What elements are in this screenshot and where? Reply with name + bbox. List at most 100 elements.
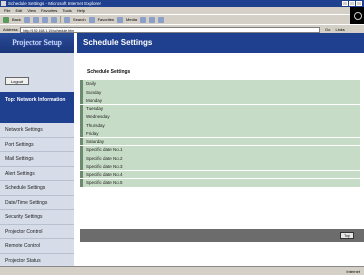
maximize-button[interactable]: [349, 1, 355, 6]
sidebar-item-security-settings[interactable]: Security Settings: [0, 210, 74, 225]
top-button[interactable]: Top: [340, 232, 354, 239]
row-marker: [80, 96, 83, 105]
row-marker: [80, 88, 83, 97]
schedule-row-saturday[interactable]: Saturday: [80, 137, 360, 146]
row-marker: [80, 162, 83, 171]
page-title: Schedule Settings: [87, 69, 131, 75]
row-label: Specific date No.5: [86, 180, 123, 186]
sidebar-item-alert-settings[interactable]: Alert Settings: [0, 167, 74, 181]
mail-icon[interactable]: [148, 16, 155, 23]
search-label[interactable]: Search: [73, 17, 86, 22]
projector-setup-logo: Projector Setup: [0, 33, 74, 53]
row-marker: [80, 137, 83, 146]
row-marker: [80, 129, 83, 138]
row-label: Specific date No.3: [86, 163, 123, 169]
page-header: Schedule Settings: [77, 33, 364, 53]
sidebar-item-date-time-settings[interactable]: Date/Time Settings: [0, 196, 74, 210]
minimize-button[interactable]: [342, 1, 348, 6]
logout-button[interactable]: Logout: [5, 77, 29, 85]
address-input[interactable]: http://192.168.1.10/schedule.htm: [20, 26, 320, 33]
menu-bar: File Edit View Favorites Tools Help: [0, 7, 364, 14]
row-marker: [80, 104, 83, 113]
schedule-row-daily[interactable]: Daily: [80, 80, 360, 88]
schedule-row-specific-date-3[interactable]: Specific date No.3: [80, 162, 360, 171]
main-content: Schedule Settings Schedule Settings Dail…: [77, 33, 364, 266]
row-label: Saturday: [86, 139, 105, 145]
go-label: Go: [325, 27, 331, 32]
sidebar-item-schedule-settings[interactable]: Schedule Settings: [0, 181, 74, 196]
row-marker: [80, 80, 83, 88]
row-label: Sunday: [86, 89, 102, 95]
refresh-icon[interactable]: [41, 16, 48, 23]
back-icon[interactable]: [3, 16, 9, 23]
browser-toolbar: Back Search Favorites Media: [0, 14, 364, 24]
menu-favorites[interactable]: Favorites: [41, 7, 57, 14]
menu-help[interactable]: Help: [77, 7, 85, 14]
web-page: Projector Setup Logout Top: Network Info…: [0, 33, 364, 268]
row-label: Monday: [86, 97, 103, 103]
favorites-icon[interactable]: [88, 16, 95, 23]
row-marker: [80, 112, 83, 121]
row-label: Tuesday: [86, 106, 104, 112]
back-label[interactable]: Back: [12, 17, 21, 22]
row-marker: [80, 154, 83, 162]
schedule-row-monday[interactable]: Monday: [80, 96, 360, 105]
sidebar-section-network-information[interactable]: Top: Network Information: [0, 92, 74, 123]
print-icon[interactable]: [157, 16, 164, 23]
schedule-row-friday[interactable]: Friday: [80, 129, 360, 138]
media-label[interactable]: Media: [126, 17, 137, 22]
toolbar-divider: [59, 16, 61, 23]
sidebar-item-port-settings[interactable]: Port Settings: [0, 138, 74, 152]
history-icon[interactable]: [139, 16, 146, 23]
close-button[interactable]: [356, 1, 362, 6]
schedule-row-wednesday[interactable]: Wednesday: [80, 112, 360, 121]
schedule-row-sunday[interactable]: Sunday: [80, 88, 360, 97]
row-label: Specific date No.2: [86, 155, 123, 161]
ie-icon: [1, 1, 6, 6]
security-zone: Internet: [346, 269, 360, 274]
menu-view[interactable]: View: [27, 7, 36, 14]
schedule-row-specific-date-2[interactable]: Specific date No.2: [80, 154, 360, 162]
sidebar-item-mail-settings[interactable]: Mail Settings: [0, 152, 74, 167]
sidebar-item-network-settings[interactable]: Network Settings: [0, 123, 74, 138]
window-title: Schedule Settings - Microsoft Internet E…: [8, 1, 102, 6]
schedule-row-tuesday[interactable]: Tuesday: [80, 104, 360, 113]
menu-edit[interactable]: Edit: [15, 7, 22, 14]
media-icon[interactable]: [117, 16, 124, 23]
schedule-row-specific-date-5[interactable]: Specific date No.5: [80, 178, 360, 187]
go-button[interactable]: Go Links: [325, 26, 345, 33]
status-bar: Internet: [0, 266, 364, 275]
row-label: Specific date No.4: [86, 172, 123, 177]
schedule-row-thursday[interactable]: Thursday: [80, 121, 360, 130]
row-marker: [80, 178, 83, 187]
sidebar-item-remote-control[interactable]: Remote Control: [0, 239, 74, 254]
row-marker: [80, 170, 83, 179]
schedule-row-specific-date-4[interactable]: Specific date No.4: [80, 170, 360, 179]
home-icon[interactable]: [50, 16, 57, 23]
favorites-label[interactable]: Favorites: [98, 17, 114, 22]
schedule-list: Daily Sunday Monday Tuesday Wednesday Th…: [80, 80, 360, 187]
address-bar: Address http://192.168.1.10/schedule.htm…: [0, 24, 364, 33]
search-icon[interactable]: [63, 16, 70, 23]
row-label: Specific date No.1: [86, 147, 123, 153]
links-label[interactable]: Links: [335, 27, 344, 32]
menu-file[interactable]: File: [4, 7, 10, 14]
sidebar: Projector Setup Logout Top: Network Info…: [0, 33, 74, 268]
row-label: Thursday: [86, 122, 105, 128]
window-title-bar: Schedule Settings - Microsoft Internet E…: [0, 0, 364, 7]
address-label: Address: [3, 27, 18, 32]
row-label: Daily: [86, 81, 97, 87]
forward-icon[interactable]: [23, 16, 30, 23]
sidebar-nav: Network Settings Port Settings Mail Sett…: [0, 123, 74, 268]
row-label: Wednesday: [86, 114, 110, 120]
row-marker: [80, 121, 83, 130]
row-marker: [80, 145, 83, 154]
sidebar-item-projector-control[interactable]: Projector Control: [0, 225, 74, 239]
menu-tools[interactable]: Tools: [62, 7, 71, 14]
row-label: Friday: [86, 130, 99, 136]
windows-logo-icon: [350, 7, 364, 24]
window-controls: [342, 1, 362, 6]
schedule-row-specific-date-1[interactable]: Specific date No.1: [80, 145, 360, 154]
stop-icon[interactable]: [32, 16, 39, 23]
footer-bar: Top: [80, 229, 364, 242]
